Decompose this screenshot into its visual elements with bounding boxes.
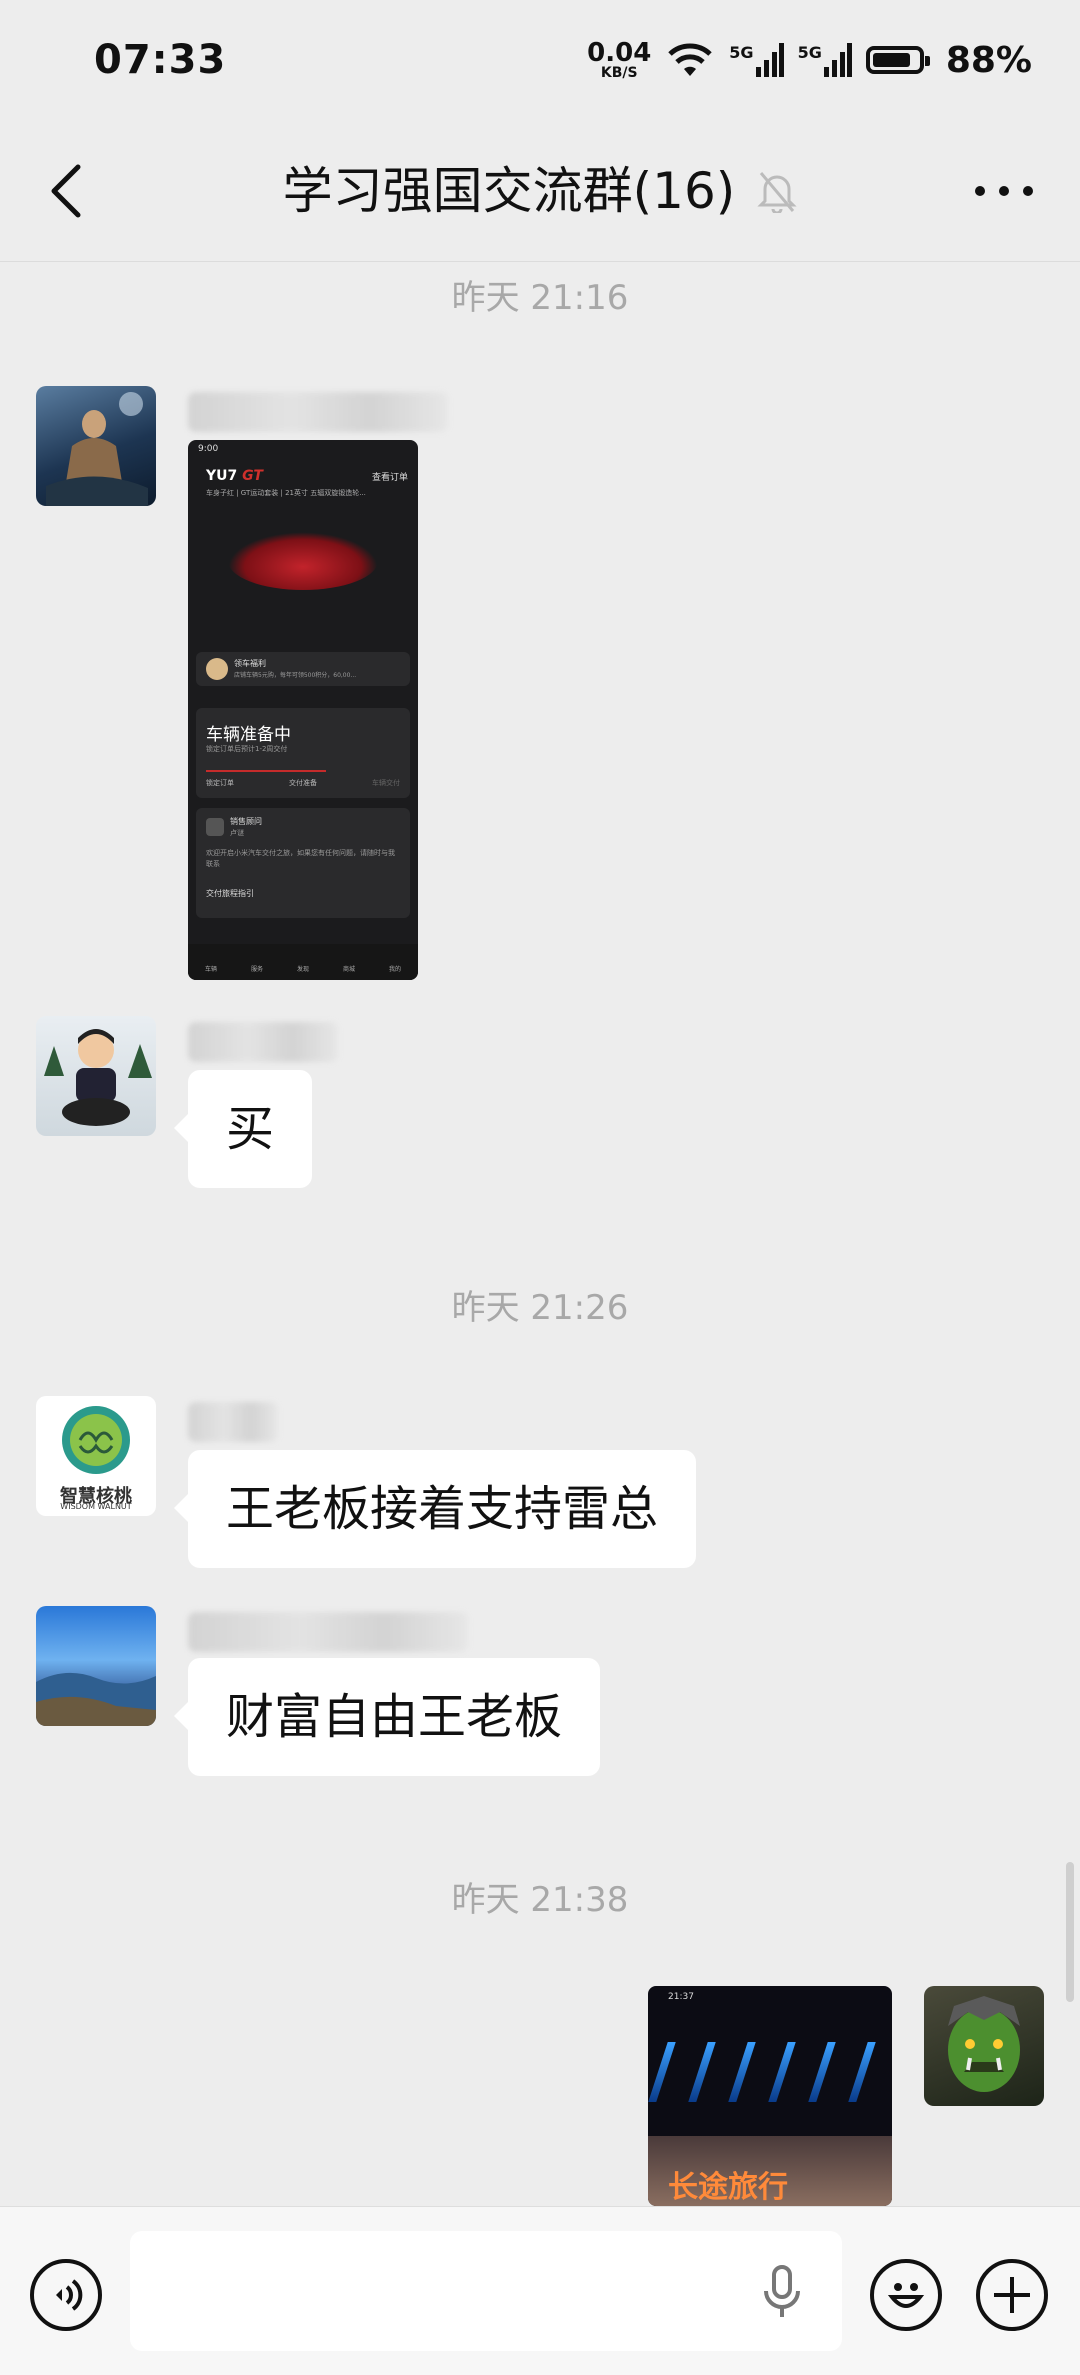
network-speed: 0.04 KB/S (587, 38, 652, 81)
timestamp: 昨天 21:38 (451, 1880, 629, 1920)
image-message[interactable]: 21:37 长途旅行 (648, 1986, 892, 2206)
more-options-button[interactable] (964, 156, 1044, 226)
bell-off-icon (757, 172, 797, 213)
avatar[interactable] (36, 386, 156, 506)
microphone-icon[interactable] (752, 2261, 812, 2321)
emoji-button[interactable] (870, 2259, 942, 2331)
app-tab-bar: 车辆 服务 发现 商城 我的 (188, 944, 418, 980)
welfare-card: 领车福利 店铺车辆5元购，每年可领500积分，60,00... (196, 652, 410, 686)
more-icon (975, 186, 1033, 196)
message-bubble[interactable]: 王老板接着支持雷总 (173, 1450, 697, 1568)
smile-icon (887, 2283, 925, 2308)
image-message[interactable]: 9:00 YU7 GT 查看订单 车身子红 | GT运动套装 | 21英寸 五辐… (188, 440, 418, 980)
message-bubble[interactable]: 买 (173, 1070, 313, 1188)
status-time: 07:33 (94, 37, 227, 83)
prep-card: 车辆准备中 锁定订单后预计1-2周交付 锁定订单 交付准备 车辆交付 (196, 708, 410, 798)
sender-name (188, 1612, 468, 1652)
message-bubble[interactable]: 财富自由王老板 (173, 1658, 601, 1776)
timestamp: 昨天 21:26 (451, 1288, 629, 1328)
scrollbar[interactable] (1066, 1862, 1074, 2002)
signal-icon-2: 5G (798, 43, 852, 77)
status-bar: 07:33 0.04 KB/S 5G 5G 88% (0, 0, 1080, 120)
message-input[interactable] (130, 2231, 842, 2351)
avatar[interactable] (36, 1606, 156, 1726)
advisor-card: 销售顾问 卢谜 欢迎开启小米汽车交付之旅，如果您有任何问题，请随时与我联系 交付… (196, 808, 410, 918)
battery-percent: 88% (945, 39, 1032, 81)
voice-wave-icon (56, 2279, 83, 2311)
battery-icon (865, 46, 930, 74)
wifi-icon (668, 43, 713, 76)
plus-icon (994, 2277, 1030, 2313)
signal-icon-1: 5G (729, 43, 784, 77)
voice-button[interactable] (30, 2259, 102, 2331)
warrior-avatar-image (46, 392, 148, 506)
my-avatar[interactable] (924, 1986, 1044, 2106)
cartoon-avatar-image (44, 1029, 152, 1126)
orc-avatar-image (948, 1996, 1020, 2092)
status-icons: 0.04 KB/S 5G 5G 88% (587, 40, 1032, 81)
car-image (228, 532, 378, 590)
avatar[interactable]: 智慧核桃 WISDOM WALNUT (36, 1396, 156, 1516)
chat-header: 学习强国交流群(16) (0, 120, 1080, 262)
timestamp: 昨天 21:16 (451, 278, 629, 318)
input-bar (0, 2206, 1080, 2375)
avatar[interactable] (36, 1016, 156, 1136)
sender-name (188, 1402, 278, 1442)
landscape-avatar-image (36, 1672, 156, 1726)
sender-name (188, 392, 448, 432)
sender-name (188, 1022, 338, 1062)
more-functions-button[interactable] (976, 2259, 1048, 2331)
chat-title[interactable]: 学习强国交流群(16) (283, 156, 736, 226)
